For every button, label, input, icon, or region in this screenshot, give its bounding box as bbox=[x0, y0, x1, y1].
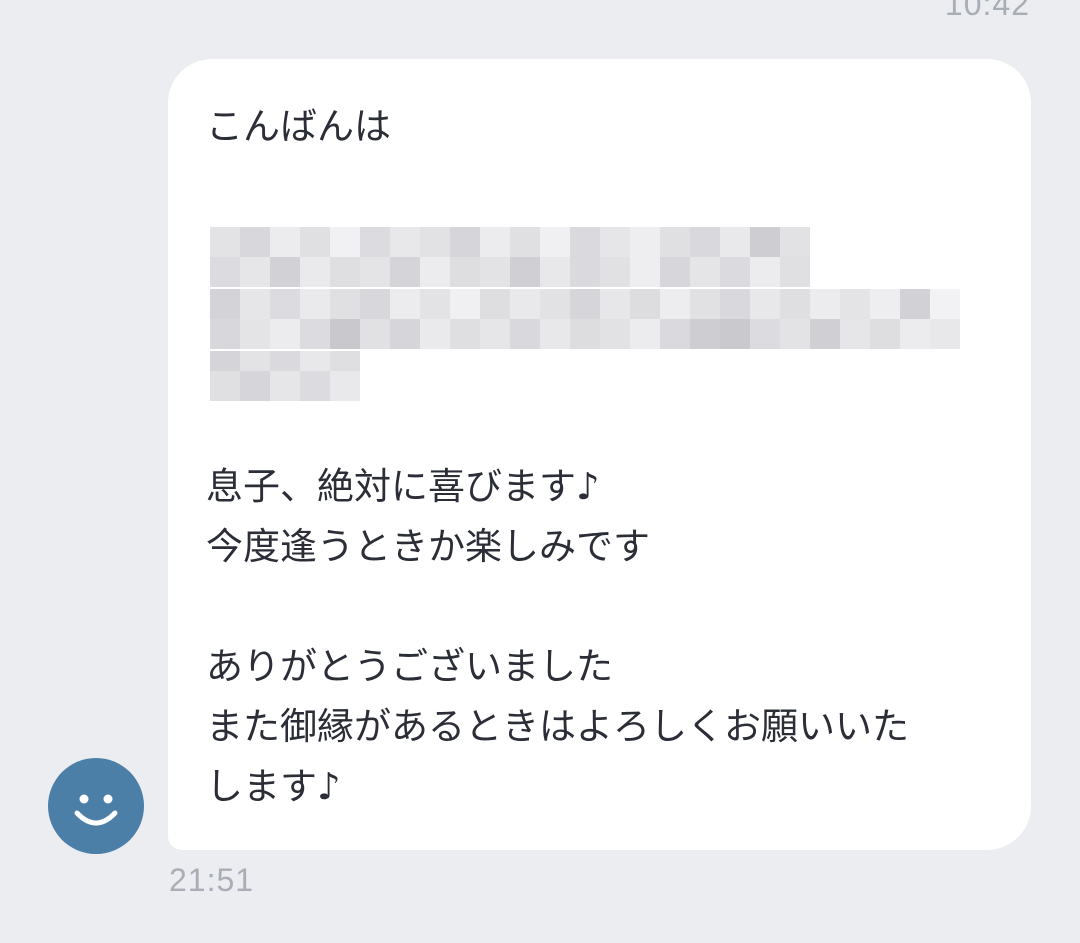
message-line: ありがとうございました bbox=[206, 645, 613, 688]
message-greeting: こんばんは bbox=[206, 105, 391, 148]
chat-area: 10:42 こんばんは 息子、絶対に喜びます♪ 今度逢うときか楽しみです ありが… bbox=[0, 0, 1080, 943]
message-line: また御縁があるときはよろしくお願いいた bbox=[206, 705, 909, 748]
previous-message-time: 10:42 bbox=[944, 0, 1030, 22]
message-bubble[interactable]: こんばんは 息子、絶対に喜びます♪ 今度逢うときか楽しみです ありがとうございま… bbox=[168, 59, 1031, 850]
message-time: 21:51 bbox=[169, 862, 255, 898]
redacted-row bbox=[210, 371, 360, 401]
redacted-row bbox=[210, 319, 960, 349]
sender-avatar[interactable] bbox=[48, 758, 144, 854]
redacted-row bbox=[210, 257, 810, 287]
smiley-face-icon bbox=[74, 794, 118, 826]
redacted-text-block bbox=[210, 217, 971, 401]
redacted-row bbox=[210, 289, 960, 319]
message-line: 今度逢うときか楽しみです bbox=[206, 525, 650, 568]
redacted-row bbox=[210, 227, 810, 257]
message-line: 息子、絶対に喜びます♪ bbox=[206, 465, 600, 508]
message-line: します♪ bbox=[206, 765, 341, 808]
